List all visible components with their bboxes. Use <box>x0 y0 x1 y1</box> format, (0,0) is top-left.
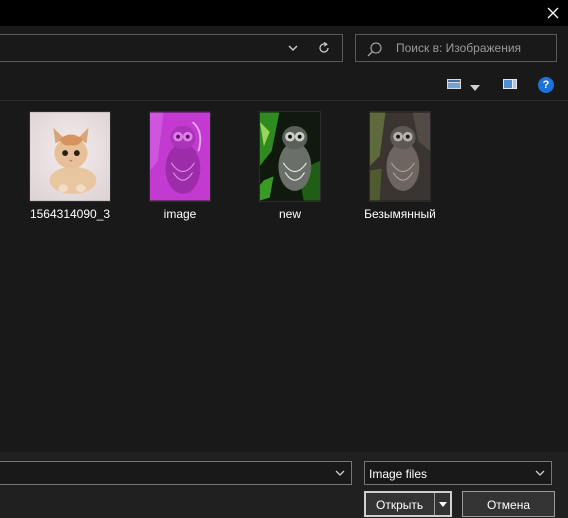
file-name: 1564314090_3 <box>29 207 111 221</box>
title-bar <box>0 0 568 26</box>
address-bar[interactable] <box>0 34 343 62</box>
chevron-down-icon <box>438 501 447 507</box>
file-type-dropdown-button[interactable] <box>531 464 549 482</box>
view-toolbar: ? <box>0 68 568 100</box>
file-item[interactable]: new <box>240 101 340 226</box>
file-type-select[interactable]: Image files <box>364 461 552 485</box>
thumbnail-image-cat <box>29 111 111 202</box>
search-placeholder: Поиск в: Изображения <box>396 41 522 55</box>
close-button[interactable] <box>538 0 568 26</box>
thumbnail-image-green-owl <box>259 111 321 202</box>
search-box[interactable]: Поиск в: Изображения <box>355 34 557 62</box>
file-item[interactable]: Безымянный <box>350 101 450 226</box>
view-icon <box>447 79 461 89</box>
preview-pane-button[interactable] <box>502 77 518 91</box>
file-item[interactable]: image <box>130 101 230 226</box>
change-view-button[interactable] <box>446 77 462 91</box>
file-name: new <box>278 207 301 221</box>
chevron-down-icon <box>470 85 480 91</box>
file-type-value: Image files <box>369 467 428 481</box>
refresh-icon <box>319 42 329 53</box>
more-options-button[interactable] <box>470 80 482 91</box>
close-icon <box>547 7 559 19</box>
help-button[interactable]: ? <box>538 77 554 93</box>
cancel-button-label: Отмена <box>486 498 531 512</box>
address-history-button[interactable] <box>282 35 304 61</box>
search-icon <box>367 42 382 57</box>
file-list: 1564314090_3 image new Безымянный <box>0 101 568 452</box>
open-button-label: Открыть <box>376 498 424 512</box>
file-name-history-button[interactable] <box>331 464 349 482</box>
file-name-input[interactable] <box>0 461 352 485</box>
refresh-button[interactable] <box>312 35 336 61</box>
help-icon: ? <box>542 79 550 91</box>
file-name: Безымянный <box>364 207 436 221</box>
cancel-button[interactable]: Отмена <box>462 491 555 517</box>
open-button[interactable]: Открыть <box>364 491 452 517</box>
preview-pane-icon <box>503 79 517 89</box>
chevron-down-icon <box>535 470 545 476</box>
file-item[interactable]: 1564314090_3 <box>20 101 120 226</box>
chevron-down-icon <box>335 470 345 476</box>
open-options-button[interactable] <box>434 493 450 515</box>
file-name: image <box>163 207 197 221</box>
thumbnail-image-magenta-owl <box>149 111 211 202</box>
chevron-down-icon <box>288 45 298 51</box>
thumbnail-image-dark-owl <box>369 111 431 202</box>
